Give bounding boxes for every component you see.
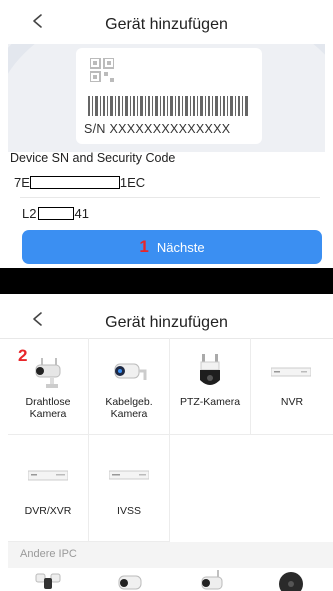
screenshot-separator [0,268,333,294]
device-tile-ivss[interactable]: IVSS [89,435,170,542]
dome-camera-icon[interactable] [271,568,311,591]
device-label: NVR [280,396,304,408]
code-prefix: L2 [22,206,37,221]
device-tile-dvr-xvr[interactable]: DVR/XVR [8,435,89,542]
device-tile-wired-camera[interactable]: Kabelgeb. Kamera [89,338,170,435]
code-suffix: 41 [74,206,89,221]
wireless-camera-icon [35,358,61,388]
step-marker-1: 1 [139,237,149,256]
device-label-card: S/N XXXXXXXXXXXXXX [76,48,262,144]
nvr-icon [271,367,311,377]
device-label: Kabelgeb. Kamera [105,396,153,420]
next-button[interactable]: 1 Nächste [22,230,322,264]
header-add-device-2: Gerät hinzufügen [0,294,333,338]
header-add-device: Gerät hinzufügen [0,0,333,44]
page-title-2: Gerät hinzufügen [105,314,228,331]
sn-suffix: 1EC [119,175,146,190]
device-tile-ptz-camera[interactable]: PTZ-Kamera [170,338,251,435]
floodlight-camera-icon[interactable] [28,568,68,591]
ivss-icon [109,470,149,480]
device-tile-nvr[interactable]: NVR [251,338,333,435]
section-title: Andere IPC [20,548,77,560]
wired-camera-icon [114,363,147,380]
redacted-box [38,207,75,220]
sn-field[interactable]: 7E 1EC [14,175,145,190]
device-tile-wireless-camera[interactable]: 2 Drahtlose Kamera [8,338,89,435]
step-marker-2: 2 [18,346,28,365]
device-label: DVR/XVR [24,505,72,517]
security-code-field[interactable]: L2 41 [22,206,89,221]
other-ipc-row [8,568,333,591]
redacted-box [29,176,120,189]
section-label-sn-security: Device SN and Security Code [10,151,176,165]
device-label: PTZ-Kamera [179,396,241,408]
section-other-ipc: Andere IPC [8,542,333,568]
device-label: IVSS [117,505,141,517]
barcode-icon [88,96,248,116]
sn-prefix: 7E [14,175,30,190]
dvr-xvr-icon [28,470,68,481]
bullet-camera-icon[interactable] [109,568,149,591]
qr-code-icon [90,58,114,82]
device-label: Drahtlose Kamera [25,396,71,420]
device-label-illustration: S/N XXXXXXXXXXXXXX [8,44,325,152]
next-button-label: Nächste [156,239,205,255]
outdoor-wifi-camera-icon[interactable] [190,568,230,591]
divider [20,197,320,198]
ptz-camera-icon [200,354,220,385]
label-serial-number: S/N XXXXXXXXXXXXXX [84,122,231,136]
page-title: Gerät hinzufügen [105,16,228,33]
